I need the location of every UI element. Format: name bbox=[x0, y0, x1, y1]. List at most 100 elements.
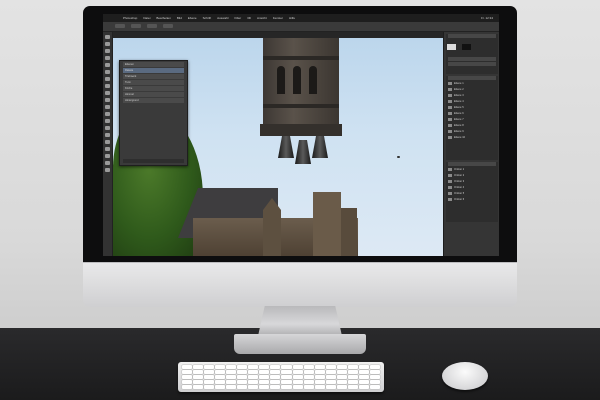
rocket-engine bbox=[312, 136, 328, 158]
move-tool-icon[interactable] bbox=[105, 35, 110, 39]
layer-thumbnail[interactable] bbox=[447, 44, 456, 50]
eye-icon[interactable] bbox=[448, 106, 452, 109]
keyboard-key bbox=[314, 375, 325, 379]
quick-select-tool-icon[interactable] bbox=[105, 56, 110, 60]
panel-row[interactable]: Himmel bbox=[123, 92, 184, 97]
layer-row[interactable]: Ebene 6 bbox=[448, 111, 496, 116]
panel-row[interactable]: Ebenen bbox=[123, 62, 184, 67]
menu-item[interactable]: Ebene bbox=[188, 14, 197, 22]
option-control[interactable] bbox=[163, 24, 173, 28]
history-brush-tool-icon[interactable] bbox=[105, 98, 110, 102]
keyboard-key bbox=[292, 385, 303, 389]
options-bar-controls bbox=[115, 24, 173, 28]
keyboard-key bbox=[259, 365, 270, 369]
blur-tool-icon[interactable] bbox=[105, 119, 110, 123]
menu-item[interactable]: Auswahl bbox=[217, 14, 228, 22]
keyboard-key bbox=[237, 370, 248, 374]
folder-row[interactable]: Ordner 3 bbox=[448, 179, 496, 184]
layer-row[interactable]: Ebene 3 bbox=[448, 93, 496, 98]
folder-row[interactable]: Ordner 1 bbox=[448, 167, 496, 172]
panel-row[interactable]: Kirche bbox=[123, 86, 184, 91]
path-select-tool-icon[interactable] bbox=[105, 147, 110, 151]
panel-row[interactable] bbox=[448, 62, 496, 66]
layer-row[interactable]: Ebene 10 bbox=[448, 135, 496, 140]
panel-row[interactable]: Triebwerk bbox=[123, 74, 184, 79]
keyboard-key bbox=[248, 380, 259, 384]
layer-row[interactable]: Ebene 5 bbox=[448, 105, 496, 110]
keyboard-key bbox=[237, 375, 248, 379]
keyboard-key bbox=[336, 375, 347, 379]
option-control[interactable] bbox=[147, 24, 157, 28]
keyboard-key bbox=[325, 365, 336, 369]
eye-icon[interactable] bbox=[448, 82, 452, 85]
menu-item[interactable]: Schrift bbox=[203, 14, 212, 22]
dodge-tool-icon[interactable] bbox=[105, 126, 110, 130]
menu-item[interactable]: Filter bbox=[234, 14, 241, 22]
brush-tool-icon[interactable] bbox=[105, 84, 110, 88]
eye-icon[interactable] bbox=[448, 130, 452, 133]
keyboard-key bbox=[281, 380, 292, 384]
menu-item[interactable]: Ansicht bbox=[257, 14, 267, 22]
keyboard-key bbox=[226, 370, 237, 374]
eye-icon[interactable] bbox=[448, 118, 452, 121]
healing-tool-icon[interactable] bbox=[105, 77, 110, 81]
option-control[interactable] bbox=[131, 24, 141, 28]
keyboard-key bbox=[204, 375, 215, 379]
crop-tool-icon[interactable] bbox=[105, 63, 110, 67]
panel-tab-row[interactable] bbox=[448, 162, 496, 166]
eye-icon[interactable] bbox=[448, 88, 452, 91]
tower-window bbox=[293, 66, 301, 94]
type-tool-icon[interactable] bbox=[105, 140, 110, 144]
layer-row[interactable]: Ebene 1 bbox=[448, 81, 496, 86]
hand-tool-icon[interactable] bbox=[105, 161, 110, 165]
shape-tool-icon[interactable] bbox=[105, 154, 110, 158]
folder-row[interactable]: Ordner 4 bbox=[448, 185, 496, 190]
menu-item[interactable]: Bild bbox=[177, 14, 182, 22]
options-bar bbox=[103, 22, 499, 32]
layer-row[interactable]: Ebene 4 bbox=[448, 99, 496, 104]
panel-row[interactable]: Rakete bbox=[123, 68, 184, 73]
stamp-tool-icon[interactable] bbox=[105, 91, 110, 95]
layer-row[interactable]: Ebene 8 bbox=[448, 123, 496, 128]
zoom-tool-icon[interactable] bbox=[105, 168, 110, 172]
gradient-tool-icon[interactable] bbox=[105, 112, 110, 116]
marquee-tool-icon[interactable] bbox=[105, 42, 110, 46]
folder-icon bbox=[448, 180, 452, 183]
folder-row[interactable]: Ordner 6 bbox=[448, 197, 496, 202]
eyedropper-tool-icon[interactable] bbox=[105, 70, 110, 74]
menu-item[interactable]: 3D bbox=[247, 14, 251, 22]
eye-icon[interactable] bbox=[448, 100, 452, 103]
menu-bar: Photoshop Datei Bearbeiten Bild Ebene Sc… bbox=[103, 14, 499, 22]
keyboard-key bbox=[193, 380, 204, 384]
lasso-tool-icon[interactable] bbox=[105, 49, 110, 53]
keyboard-key bbox=[193, 365, 204, 369]
keyboard-key bbox=[215, 375, 226, 379]
menu-item[interactable]: Datei bbox=[143, 14, 150, 22]
keyboard-key bbox=[259, 375, 270, 379]
menu-item[interactable]: Bearbeiten bbox=[156, 14, 171, 22]
eye-icon[interactable] bbox=[448, 124, 452, 127]
pen-tool-icon[interactable] bbox=[105, 133, 110, 137]
layer-row[interactable]: Ebene 2 bbox=[448, 87, 496, 92]
layer-row[interactable]: Ebene 7 bbox=[448, 117, 496, 122]
option-control[interactable] bbox=[115, 24, 125, 28]
panel-row[interactable]: Turm bbox=[123, 80, 184, 85]
panel-footer-icons[interactable] bbox=[123, 159, 184, 163]
keyboard-key bbox=[303, 385, 314, 389]
layer-mask-thumbnail[interactable] bbox=[462, 44, 472, 50]
eraser-tool-icon[interactable] bbox=[105, 105, 110, 109]
panel-tab-row[interactable] bbox=[448, 76, 496, 80]
layer-row[interactable]: Ebene 9 bbox=[448, 129, 496, 134]
menu-item[interactable]: Photoshop bbox=[123, 14, 137, 22]
eye-icon[interactable] bbox=[448, 94, 452, 97]
folder-row[interactable]: Ordner 5 bbox=[448, 191, 496, 196]
menu-item[interactable]: Hilfe bbox=[289, 14, 295, 22]
eye-icon[interactable] bbox=[448, 112, 452, 115]
keyboard-key bbox=[248, 375, 259, 379]
panel-row[interactable] bbox=[448, 57, 496, 61]
eye-icon[interactable] bbox=[448, 136, 452, 139]
panel-row[interactable]: Hintergrund bbox=[123, 98, 184, 103]
menu-item[interactable]: Fenster bbox=[273, 14, 283, 22]
keyboard-key bbox=[358, 375, 369, 379]
folder-row[interactable]: Ordner 2 bbox=[448, 173, 496, 178]
